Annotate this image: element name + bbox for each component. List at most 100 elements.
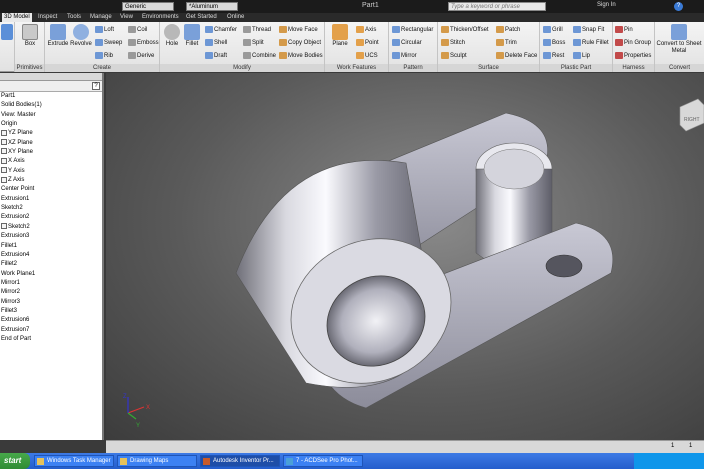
tree-item[interactable]: Extrusion2 <box>0 213 102 222</box>
tree-item[interactable]: Extrusion1 <box>0 195 102 204</box>
tree-item[interactable]: Origin <box>0 120 102 129</box>
tree-item[interactable]: XY Plane <box>0 148 102 157</box>
task-drawing-maps[interactable]: Drawing Maps <box>117 455 197 467</box>
sign-in-link[interactable]: Sign In <box>597 2 616 8</box>
material-select[interactable]: *Aluminum <box>186 2 238 11</box>
mirror-button[interactable]: Mirror <box>392 52 417 59</box>
material-style-select[interactable]: Generic <box>122 2 174 11</box>
tab-manage[interactable]: Manage <box>88 13 114 22</box>
point-button[interactable]: Point <box>356 39 379 46</box>
help-icon[interactable]: ? <box>674 2 683 11</box>
chamfer-button[interactable]: Chamfer <box>205 26 237 33</box>
circular-pattern-icon <box>392 39 400 46</box>
tree-item[interactable]: Extrusion3 <box>0 232 102 241</box>
properties-button[interactable]: Properties <box>615 52 651 59</box>
tree-item[interactable]: Work Plane1 <box>0 270 102 279</box>
tab-inspect[interactable]: Inspect <box>36 13 59 22</box>
tree-item[interactable]: Extrusion6 <box>0 316 102 325</box>
start-button[interactable]: start <box>0 453 30 469</box>
help-search-input[interactable]: Type a keyword or phrase <box>448 2 546 11</box>
pin-group-button[interactable]: Pin Group <box>615 39 651 46</box>
coil-button[interactable]: Coil <box>128 26 147 33</box>
circular-pattern-button[interactable]: Circular <box>392 39 422 46</box>
tree-item[interactable]: Mirror3 <box>0 298 102 307</box>
tree-item-label: Center Point <box>1 186 35 193</box>
pin-icon <box>615 26 623 33</box>
task-inventor[interactable]: Autodesk Inventor Pr... <box>200 455 280 467</box>
axis-button[interactable]: Axis <box>356 26 376 33</box>
tree-item[interactable]: Fillet1 <box>0 242 102 251</box>
tree-item[interactable]: View: Master <box>0 111 102 120</box>
sweep-button[interactable]: Sweep <box>95 39 122 46</box>
panel-label-create: Create <box>45 64 159 72</box>
help-icon[interactable]: ? <box>92 82 100 90</box>
hole-button[interactable]: Hole <box>163 24 181 47</box>
tree-item[interactable]: Sketch2 <box>0 204 102 213</box>
plane-button[interactable]: Plane <box>328 24 352 47</box>
revolve-button[interactable]: Revolve <box>70 24 92 47</box>
tree-item[interactable]: Sketch2 <box>0 223 102 232</box>
tree-item[interactable]: Extrusion7 <box>0 326 102 335</box>
tab-environments[interactable]: Environments <box>140 13 181 22</box>
rectangular-pattern-button[interactable]: Rectangular <box>392 26 433 33</box>
copy-object-button[interactable]: Copy Object <box>279 39 321 46</box>
patch-button[interactable]: Patch <box>496 26 520 33</box>
derive-button[interactable]: Derive <box>128 52 154 59</box>
tree-item[interactable]: Z Axis <box>0 176 102 185</box>
move-bodies-button[interactable]: Move Bodies <box>279 52 323 59</box>
rib-button[interactable]: Rib <box>95 52 113 59</box>
task-acdsee[interactable]: 7 - ACDSee Pro Phot... <box>283 455 363 467</box>
convert-sheet-metal-button[interactable]: Convert to Sheet Metal <box>656 24 702 55</box>
rest-button[interactable]: Rest <box>543 52 564 59</box>
thicken-offset-button[interactable]: Thicken/Offset <box>441 26 489 33</box>
graphics-viewport[interactable]: RIGHT X Z Y <box>106 73 704 440</box>
tree-item[interactable]: Fillet2 <box>0 260 102 269</box>
tab-3d-model[interactable]: 3D Model <box>2 13 32 22</box>
thread-button[interactable]: Thread <box>243 26 271 33</box>
draft-button[interactable]: Draft <box>205 52 227 59</box>
stitch-button[interactable]: Stitch <box>441 39 465 46</box>
extrude-button[interactable]: Extrude <box>47 24 69 47</box>
tab-view[interactable]: View <box>118 13 135 22</box>
combine-button[interactable]: Combine <box>243 52 276 59</box>
tab-get-started[interactable]: Get Started <box>184 13 219 22</box>
tree-item[interactable]: Part1 <box>0 92 102 101</box>
task-task-manager[interactable]: Windows Task Manager <box>34 455 114 467</box>
tree-item[interactable]: Y Axis <box>0 167 102 176</box>
move-face-button[interactable]: Move Face <box>279 26 318 33</box>
rule-fillet-button[interactable]: Rule Fillet <box>573 39 609 46</box>
tab-online[interactable]: Online <box>225 13 246 22</box>
tree-item[interactable]: XZ Plane <box>0 139 102 148</box>
pin-button[interactable]: Pin <box>615 26 633 33</box>
fillet-button[interactable]: Fillet <box>183 24 201 47</box>
acdsee-icon <box>286 458 293 465</box>
tree-item[interactable]: Extrusion4 <box>0 251 102 260</box>
tree-item[interactable]: Center Point <box>0 185 102 194</box>
loft-button[interactable]: Loft <box>95 26 114 33</box>
tree-item[interactable]: YZ Plane <box>0 129 102 138</box>
boss-button[interactable]: Boss <box>543 39 565 46</box>
trim-button[interactable]: Trim <box>496 39 517 46</box>
start-sketch-button[interactable] <box>0 24 14 41</box>
box-button[interactable]: Box <box>19 24 41 47</box>
sculpt-button[interactable]: Sculpt <box>441 52 467 59</box>
grill-button[interactable]: Grill <box>543 26 563 33</box>
snap-fit-button[interactable]: Snap Fit <box>573 26 604 33</box>
tree-item[interactable]: Fillet3 <box>0 307 102 316</box>
split-button[interactable]: Split <box>243 39 264 46</box>
tree-item[interactable]: X Axis <box>0 157 102 166</box>
tree-item[interactable]: Mirror1 <box>0 279 102 288</box>
tab-tools[interactable]: Tools <box>65 13 83 22</box>
tree-item[interactable]: Mirror2 <box>0 288 102 297</box>
lip-button[interactable]: Lip <box>573 52 590 59</box>
viewcube[interactable]: RIGHT <box>679 98 704 132</box>
tree-item[interactable]: Solid Bodies(1) <box>0 101 102 110</box>
feature-icon <box>1 167 7 174</box>
part-model[interactable]: RIGHT X Z Y <box>106 73 704 440</box>
shell-button[interactable]: Shell <box>205 39 227 46</box>
delete-face-button[interactable]: Delete Face <box>496 52 537 59</box>
tree-item[interactable]: End of Part <box>0 335 102 344</box>
emboss-button[interactable]: Emboss <box>128 39 159 46</box>
ucs-button[interactable]: UCS <box>356 52 378 59</box>
sketch-icon <box>1 24 13 40</box>
